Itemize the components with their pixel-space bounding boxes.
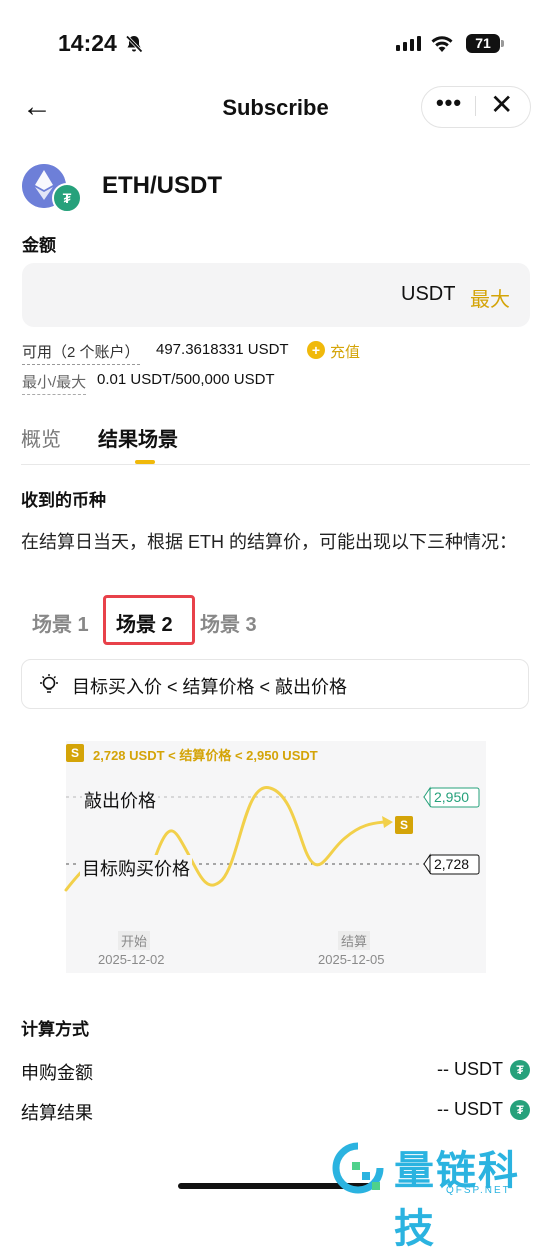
settle-point-badge: S — [395, 816, 413, 834]
knock-out-tag-tip — [423, 786, 431, 808]
settle-date: 2025-12-05 — [318, 952, 385, 967]
watermark-text: 量链科技 — [394, 1149, 520, 1251]
target-price-label: 目标购买价格 — [80, 855, 192, 881]
path-arrow-icon — [382, 816, 393, 828]
settle-label: 结算 — [338, 931, 371, 950]
watermark-logo-icon — [332, 1142, 384, 1194]
watermark-sub: QFSP.NET — [446, 1185, 511, 1196]
knock-out-value: 2,950 — [434, 789, 470, 805]
payoff-chart — [64, 786, 480, 892]
settle-result-label: 结算结果 — [21, 1103, 93, 1123]
start-label: 开始 — [118, 931, 151, 950]
calc-title: 计算方式 — [21, 1020, 89, 1039]
range-label: 2,728 USDT < 结算价格 < 2,950 USDT — [93, 748, 318, 763]
target-value: 2,728 — [434, 856, 470, 872]
settle-result-value: -- USDT — [437, 1099, 503, 1119]
target-tag-tip — [423, 853, 431, 875]
start-date: 2025-12-02 — [98, 952, 165, 967]
knock-out-label: 敲出价格 — [82, 787, 158, 813]
usdt-icon: ₮ — [510, 1060, 530, 1080]
usdt-icon: ₮ — [510, 1100, 530, 1120]
subscribe-amount-label: 申购金额 — [21, 1063, 93, 1083]
settle-badge-icon: S — [66, 744, 84, 762]
subscribe-amount-value: -- USDT — [437, 1059, 503, 1079]
